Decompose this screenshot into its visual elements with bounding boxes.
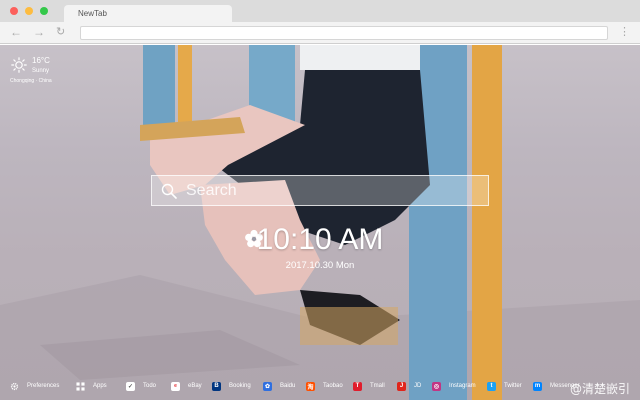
instagram-label: Instagram <box>449 383 476 389</box>
taobao-icon: 淘 <box>306 381 315 391</box>
clock-time: 10:10 AM <box>256 223 384 256</box>
baidu-link[interactable]: ✿ Baidu <box>263 379 295 393</box>
baidu-label: Baidu <box>280 383 296 389</box>
instagram-icon: ◎ <box>432 381 441 391</box>
sun-icon <box>11 57 27 73</box>
search-box[interactable] <box>151 175 489 206</box>
watermark-text: @清楚嵌引 <box>570 382 631 396</box>
reload-icon[interactable]: ↻ <box>56 25 65 39</box>
search-input[interactable] <box>186 180 476 202</box>
preferences-label: Preferences <box>27 383 60 389</box>
window-maximize-button[interactable] <box>40 7 48 15</box>
back-arrow-icon[interactable]: ← <box>10 25 22 39</box>
browser-toolbar: ← → ↻ ⋮ <box>0 22 640 44</box>
ebay-icon: e <box>171 381 180 391</box>
ebay-label: eBay <box>188 383 202 389</box>
clock-date: 2017.10.30 Mon <box>285 260 355 271</box>
taobao-link[interactable]: 淘 Taobao <box>306 379 343 393</box>
tab-title: NewTab <box>78 9 107 18</box>
todo-label: Todo <box>143 383 157 389</box>
gear-icon <box>10 382 19 390</box>
twitter-label: Twitter <box>504 383 522 389</box>
apps-button[interactable]: Apps <box>76 379 107 393</box>
grid-icon <box>76 381 85 391</box>
booking-label: Booking <box>229 383 251 389</box>
address-bar[interactable] <box>80 26 608 40</box>
jd-icon: J <box>397 381 406 391</box>
browser-menu-icon[interactable]: ⋮ <box>619 25 630 38</box>
checkbox-icon: ✓ <box>126 381 135 391</box>
apps-label: Apps <box>93 383 107 389</box>
new-tab-page: 16°C Sunny Chongqing · China 10:10 AM 20… <box>0 45 640 400</box>
taobao-label: Taobao <box>323 383 343 389</box>
weather-condition: Sunny <box>32 68 50 74</box>
preferences-button[interactable]: Preferences <box>10 379 59 393</box>
twitter-link[interactable]: t Twitter <box>487 379 522 393</box>
weather-temperature: 16°C <box>32 56 50 65</box>
jd-link[interactable]: J JD <box>397 379 421 393</box>
baidu-icon: ✿ <box>263 381 272 391</box>
ebay-link[interactable]: e eBay <box>171 379 202 393</box>
tmall-icon: T <box>353 381 362 391</box>
messenger-icon: m <box>533 381 542 391</box>
browser-tab[interactable]: NewTab <box>64 5 232 22</box>
booking-icon: B <box>212 381 221 391</box>
tmall-label: Tmall <box>370 383 385 389</box>
jd-label: JD <box>414 383 422 389</box>
forward-arrow-icon[interactable]: → <box>33 25 45 39</box>
booking-link[interactable]: B Booking <box>212 379 251 393</box>
search-icon[interactable] <box>161 183 177 199</box>
todo-button[interactable]: ✓ Todo <box>126 379 156 393</box>
window-titlebar: NewTab <box>0 0 640 22</box>
weather-location: Chongqing · China <box>10 78 52 84</box>
window-close-button[interactable] <box>10 7 18 15</box>
tmall-link[interactable]: T Tmall <box>353 379 385 393</box>
window-minimize-button[interactable] <box>25 7 33 15</box>
bottom-shortcut-bar: Preferences Apps ✓ Todo e eBay B Booking… <box>0 374 640 400</box>
instagram-link[interactable]: ◎ Instagram <box>432 379 476 393</box>
twitter-icon: t <box>487 381 496 391</box>
